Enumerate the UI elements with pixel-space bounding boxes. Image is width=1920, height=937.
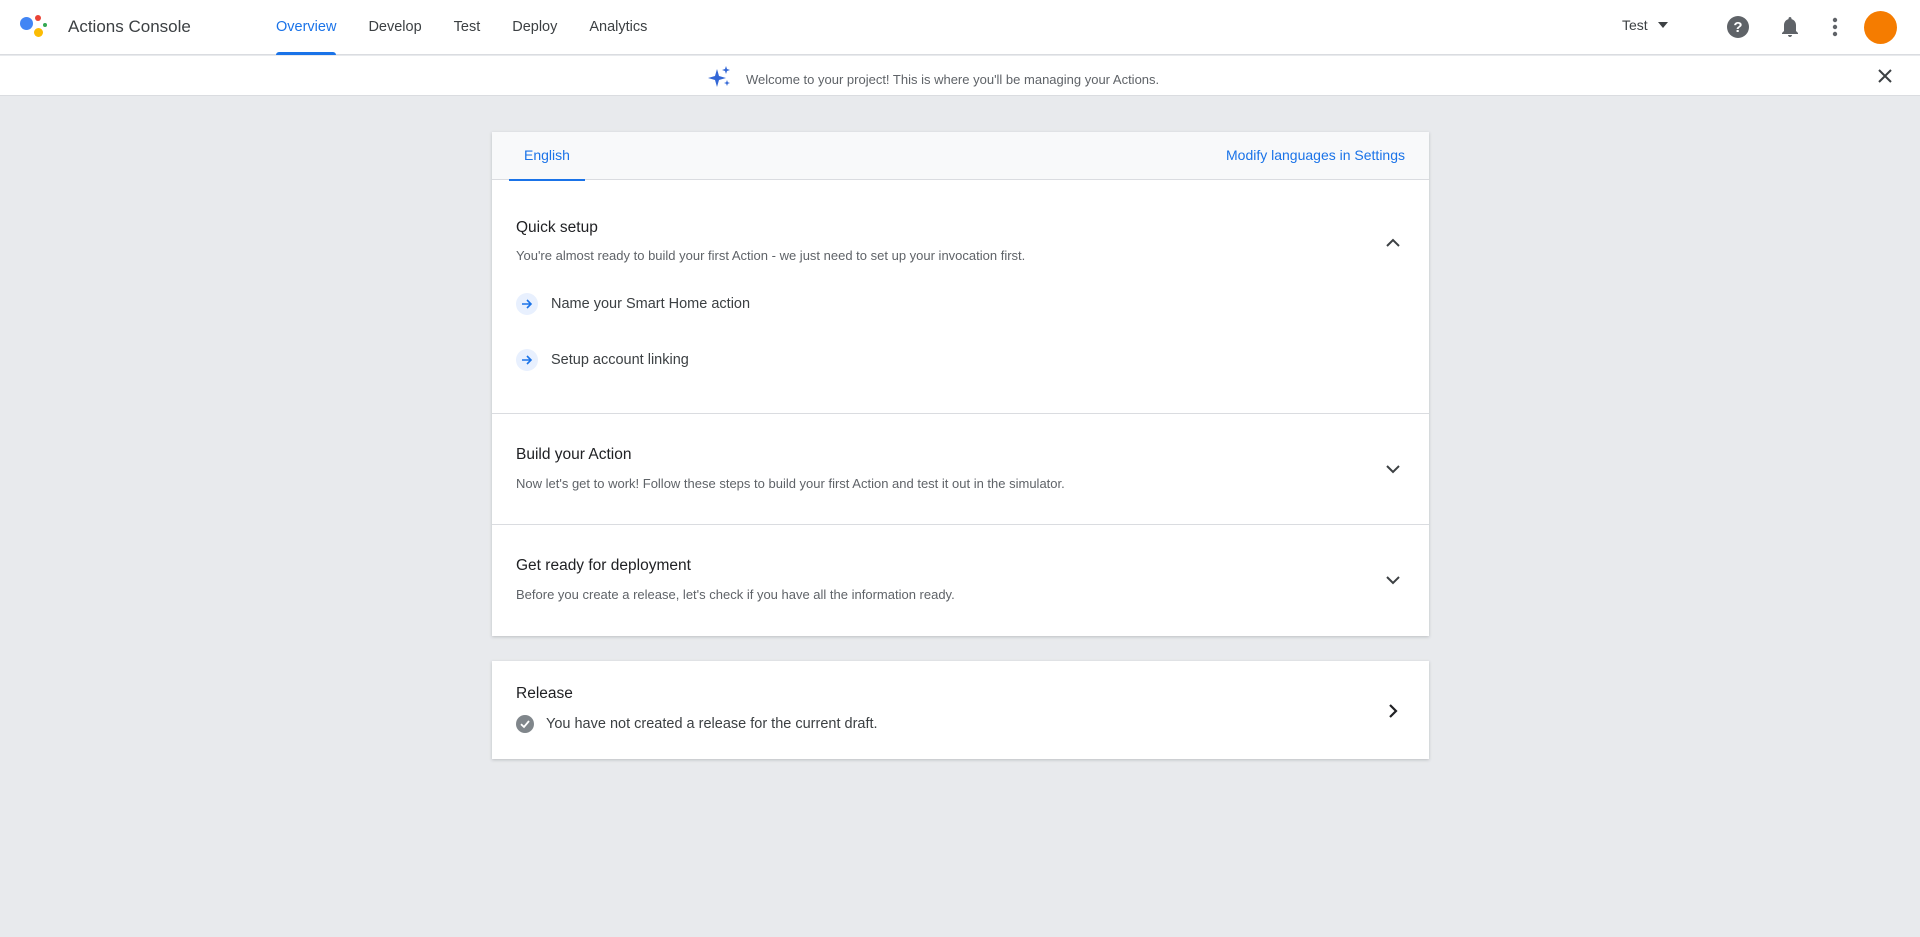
arrow-right-icon — [516, 293, 538, 315]
overview-card: English Modify languages in Settings Qui… — [492, 132, 1429, 636]
section-title: Get ready for deployment — [516, 557, 691, 574]
tab-test[interactable]: Test — [438, 0, 497, 55]
section-description: You're almost ready to build your first … — [516, 248, 1026, 263]
chevron-down-icon[interactable] — [1383, 459, 1403, 479]
build-action-section[interactable]: Build your Action Now let's get to work!… — [492, 414, 1429, 525]
release-status: You have not created a release for the c… — [516, 715, 878, 733]
chevron-down-icon[interactable] — [1383, 570, 1403, 590]
project-name: Test — [1622, 17, 1648, 33]
svg-text:?: ? — [1733, 19, 1742, 36]
release-card[interactable]: Release You have not created a release f… — [492, 661, 1429, 759]
tab-develop[interactable]: Develop — [352, 0, 437, 55]
help-icon[interactable]: ? — [1725, 14, 1751, 40]
section-title: Quick setup — [516, 219, 598, 236]
sparkle-icon — [708, 65, 732, 94]
welcome-banner: Welcome to your project! This is where y… — [0, 56, 1920, 96]
dropdown-caret-icon — [1657, 22, 1668, 28]
modify-languages-link[interactable]: Modify languages in Settings — [1226, 147, 1405, 163]
deployment-section[interactable]: Get ready for deployment Before you crea… — [492, 525, 1429, 635]
step-label: Name your Smart Home action — [551, 296, 751, 312]
arrow-right-icon — [516, 349, 538, 371]
step-name-action[interactable]: Name your Smart Home action — [516, 293, 750, 315]
tab-deploy[interactable]: Deploy — [496, 0, 573, 55]
language-tabs: English Modify languages in Settings — [492, 132, 1429, 181]
google-assistant-logo — [20, 14, 48, 40]
step-account-linking[interactable]: Setup account linking — [516, 349, 689, 371]
section-title: Build your Action — [516, 446, 632, 463]
more-vert-icon[interactable] — [1822, 14, 1848, 40]
notifications-icon[interactable] — [1777, 14, 1803, 40]
step-label: Setup account linking — [551, 352, 689, 368]
banner-message: Welcome to your project! This is where y… — [746, 72, 1160, 87]
tab-english[interactable]: English — [509, 132, 585, 181]
project-selector[interactable]: Test — [1622, 17, 1668, 33]
release-title: Release — [516, 685, 573, 702]
tab-overview[interactable]: Overview — [260, 0, 352, 55]
app-title: Actions Console — [68, 17, 191, 36]
top-app-bar: Actions Console Overview Develop Test De… — [0, 0, 1920, 55]
tab-analytics[interactable]: Analytics — [573, 0, 663, 55]
quick-setup-section: Quick setup You're almost ready to build… — [492, 180, 1429, 414]
close-icon[interactable] — [1874, 65, 1896, 87]
section-description: Before you create a release, let's check… — [516, 587, 955, 602]
section-description: Now let's get to work! Follow these step… — [516, 476, 1065, 491]
check-circle-icon — [516, 715, 534, 733]
chevron-right-icon[interactable] — [1383, 701, 1403, 721]
avatar[interactable] — [1864, 11, 1897, 44]
release-status-text: You have not created a release for the c… — [546, 716, 878, 732]
chevron-up-icon[interactable] — [1383, 232, 1403, 252]
main-nav: Overview Develop Test Deploy Analytics — [260, 0, 663, 55]
